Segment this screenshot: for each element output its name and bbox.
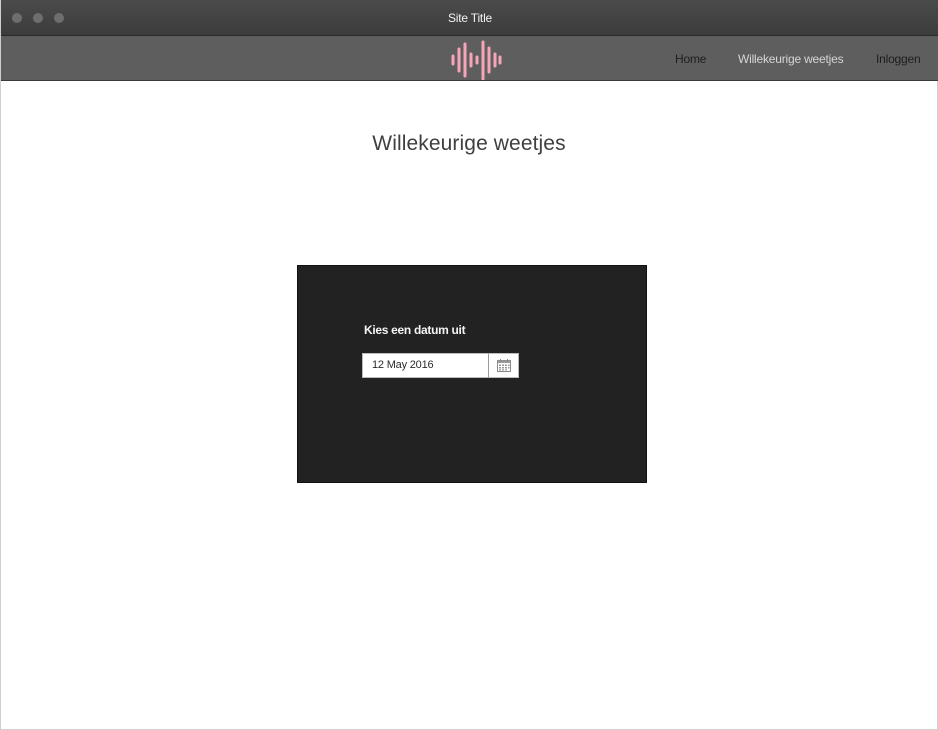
browser-window: Site Title Home Willekeurige weetjes Inl… [0, 0, 938, 730]
soundwave-logo-icon[interactable] [449, 40, 503, 80]
site-navbar: Home Willekeurige weetjes Inloggen [1, 36, 938, 81]
page-title: Willekeurige weetjes [372, 132, 566, 155]
date-picker-label: Kies een datum uit [364, 323, 466, 337]
nav-link-willekeurige-weetjes[interactable]: Willekeurige weetjes [738, 52, 844, 66]
window-titlebar: Site Title [1, 0, 938, 36]
nav-link-home[interactable]: Home [675, 52, 706, 66]
date-picker-panel: Kies een datum uit 12 May 2016 [297, 265, 647, 483]
calendar-icon [497, 359, 511, 372]
nav-link-inloggen[interactable]: Inloggen [876, 52, 921, 66]
date-input[interactable]: 12 May 2016 [362, 353, 489, 378]
calendar-button[interactable] [488, 353, 519, 378]
window-title: Site Title [447, 11, 493, 25]
